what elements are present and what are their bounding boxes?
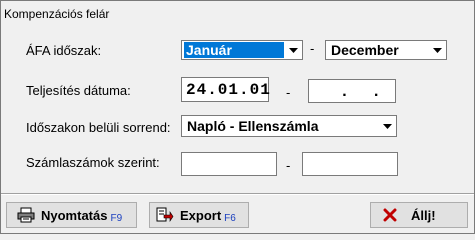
fulfillment-date-label: Teljesítés dátuma:	[26, 83, 131, 98]
fulfillment-date-dash: -	[286, 85, 291, 100]
invoice-number-to-input[interactable]	[302, 152, 398, 176]
close-x-icon	[383, 208, 397, 222]
order-select[interactable]: Napló - Ellenszámla	[181, 115, 397, 137]
export-button[interactable]: Export F6	[149, 202, 249, 228]
dialog-title: Kompenzációs felár	[4, 7, 110, 21]
print-button-label: Nyomtatás	[41, 207, 108, 223]
afa-period-to-select[interactable]: December	[325, 40, 447, 60]
dialog-window: Kompenzációs felár ÁFA időszak: Január -…	[0, 0, 475, 234]
chevron-down-icon[interactable]	[285, 41, 302, 59]
afa-period-from-value: Január	[184, 42, 284, 58]
invoice-number-dash: -	[286, 158, 291, 173]
print-button[interactable]: Nyomtatás F9	[6, 202, 137, 228]
afa-period-label: ÁFA időszak:	[26, 43, 102, 58]
export-button-label: Export	[180, 207, 222, 223]
chevron-down-icon[interactable]	[429, 41, 446, 59]
fulfillment-date-to-value: . .	[329, 83, 393, 101]
export-icon	[156, 207, 174, 223]
invoice-numbers-label: Számlaszámok szerint:	[26, 155, 160, 170]
afa-period-dash: -	[310, 41, 315, 56]
stop-button-label: Állj!	[411, 207, 436, 223]
invoice-number-from-input[interactable]	[181, 152, 277, 176]
afa-period-from-select[interactable]: Január	[181, 40, 303, 60]
fulfillment-date-to-input[interactable]: . .	[308, 79, 396, 103]
order-value: Napló - Ellenszámla	[187, 118, 319, 134]
fulfillment-date-from-value: 24.01.01	[186, 81, 271, 99]
export-shortcut-key: F6	[224, 212, 236, 224]
order-label: Időszakon belüli sorrend:	[26, 120, 171, 135]
divider	[1, 193, 474, 195]
fulfillment-date-from-input[interactable]: 24.01.01	[181, 77, 271, 102]
afa-period-to-value: December	[331, 42, 399, 58]
print-shortcut-key: F9	[110, 212, 123, 224]
printer-icon	[17, 207, 35, 223]
stop-button[interactable]: Állj!	[370, 202, 468, 228]
chevron-down-icon[interactable]	[379, 116, 396, 136]
